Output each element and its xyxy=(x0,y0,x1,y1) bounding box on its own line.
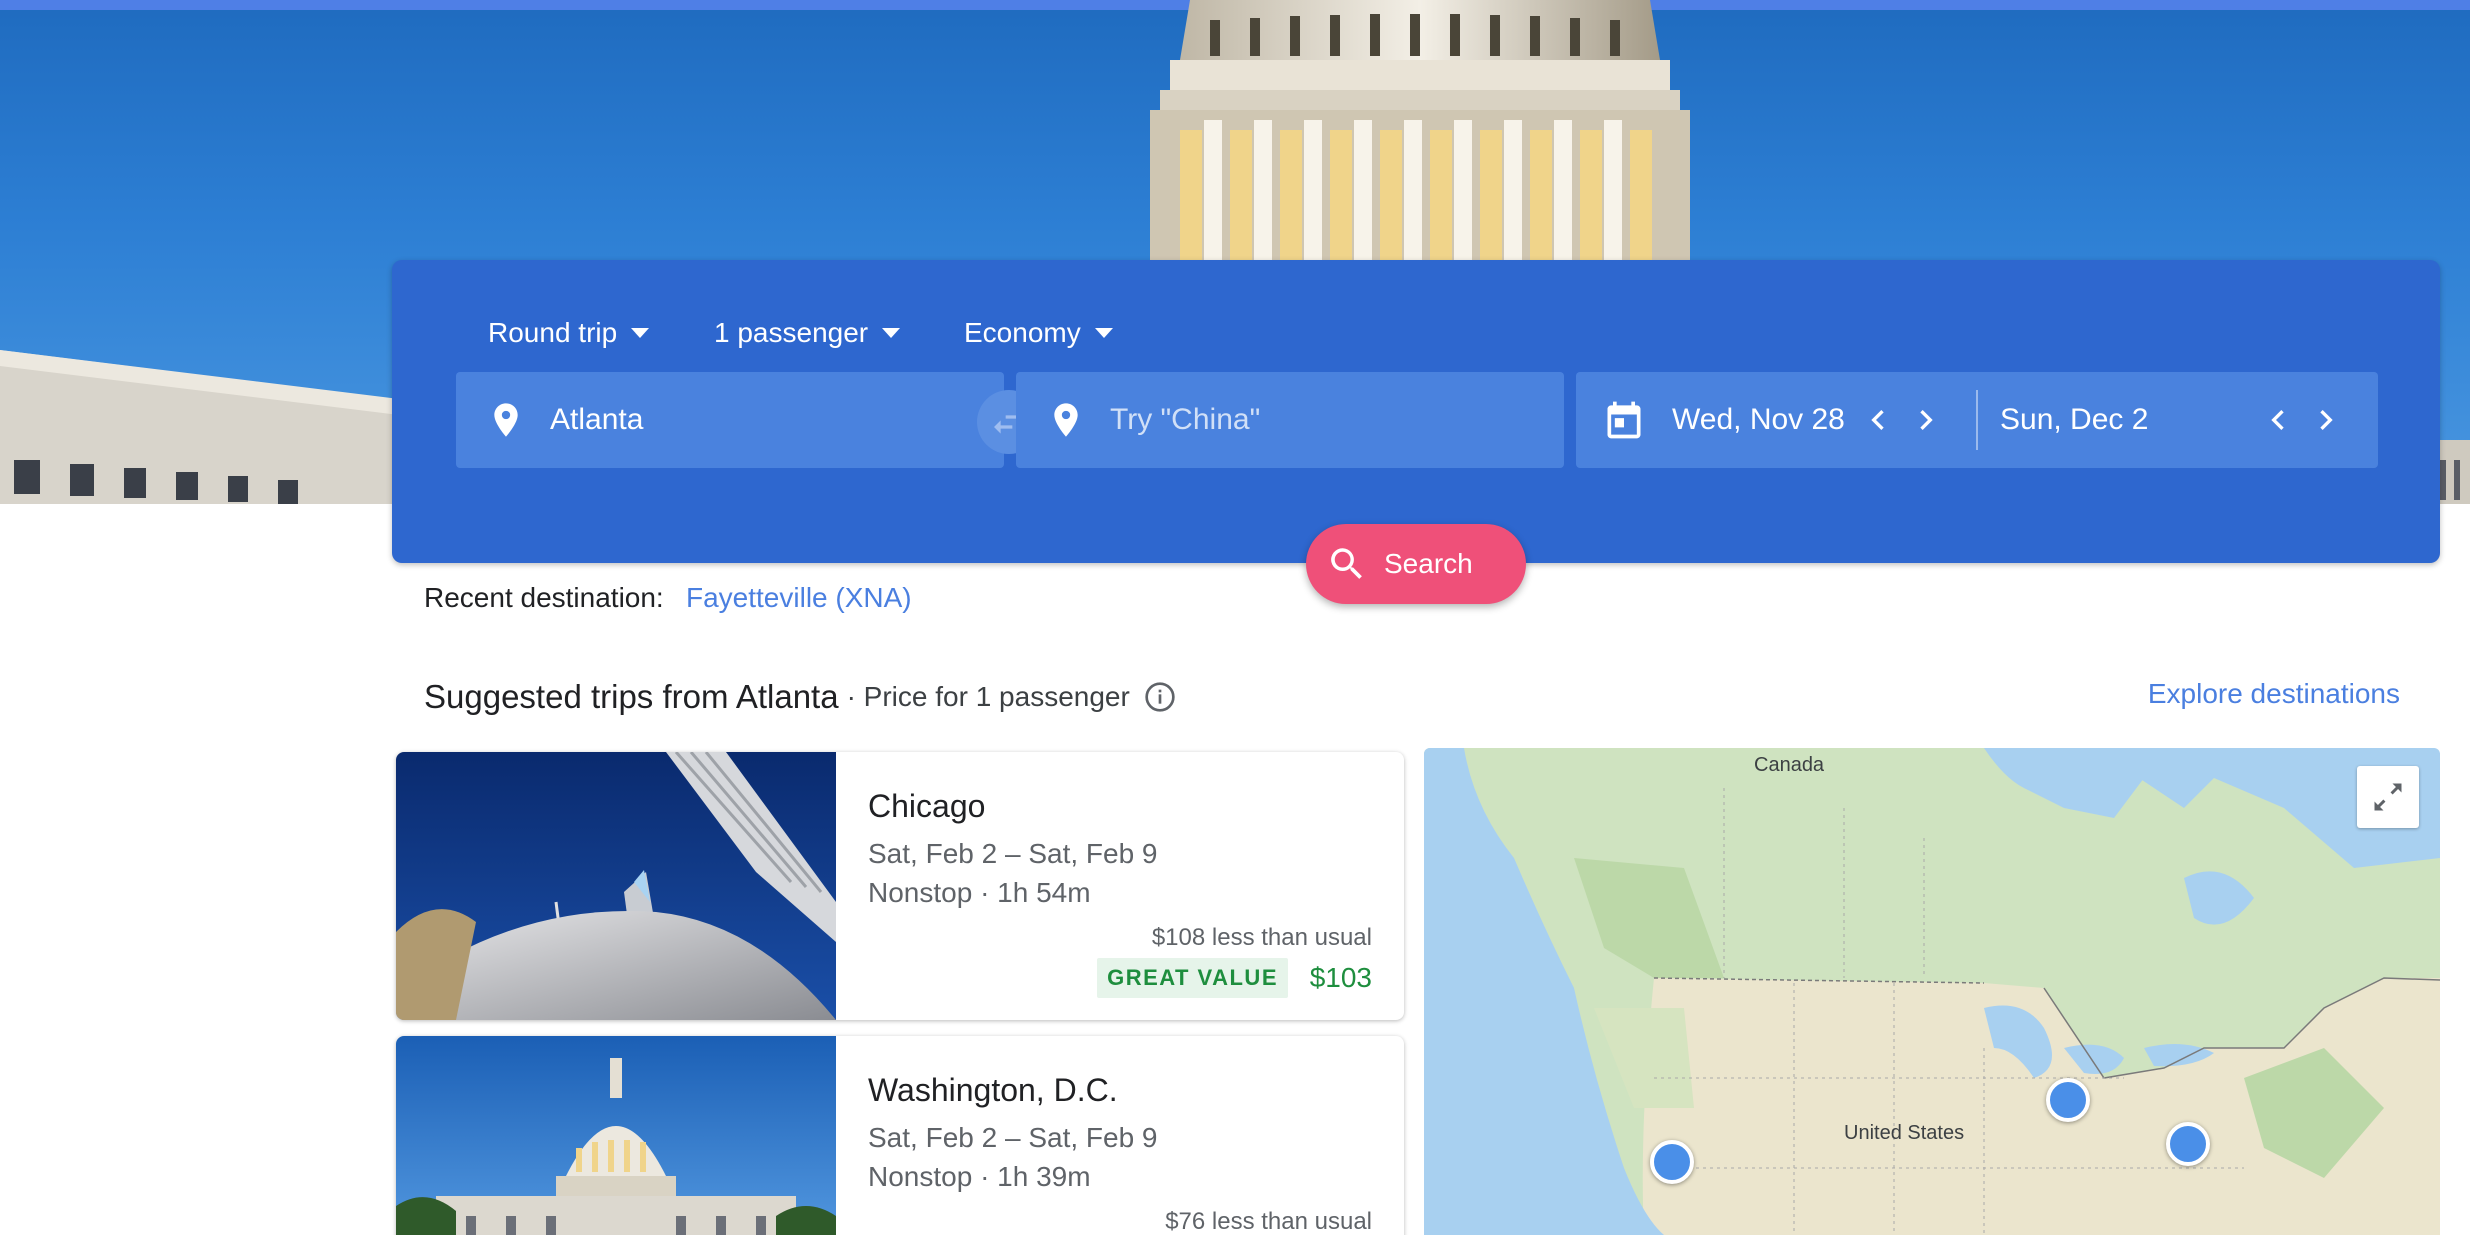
trip-flight-info: Nonstop · 1h 39m xyxy=(868,1161,1091,1192)
cabin-class-dropdown[interactable]: Economy xyxy=(964,308,1113,358)
trip-dates: Sat, Feb 2 – Sat, Feb 9 xyxy=(868,838,1158,869)
origin-value: Atlanta xyxy=(550,403,644,436)
explore-destinations-link[interactable]: Explore destinations xyxy=(2148,678,2400,710)
trip-savings: $76 less than usual xyxy=(1165,1208,1372,1235)
return-date[interactable]: Sun, Dec 2 xyxy=(2000,372,2148,468)
trip-type-dropdown[interactable]: Round trip xyxy=(488,308,650,358)
flight-search-panel: Round trip 1 passenger Economy Atlanta T… xyxy=(392,260,2440,563)
search-button[interactable]: Search xyxy=(1306,524,1526,604)
return-date-label: Sun, Dec 2 xyxy=(2000,403,2149,436)
map-label-canada: Canada xyxy=(1754,754,1825,776)
chevron-down-icon xyxy=(631,328,650,338)
origin-field[interactable]: Atlanta xyxy=(456,372,1004,468)
chevron-right-icon[interactable] xyxy=(2306,400,2346,440)
depart-date[interactable]: Wed, Nov 28 xyxy=(1672,372,1845,468)
info-icon[interactable] xyxy=(1144,681,1176,713)
map-marker[interactable] xyxy=(1650,1140,1694,1184)
destination-field[interactable]: Try "China" xyxy=(1016,372,1564,468)
trip-card-washington[interactable]: Washington, D.C. Sat, Feb 2 – Sat, Feb 9… xyxy=(396,1036,1404,1235)
trip-type-label: Round trip xyxy=(488,317,618,348)
date-divider xyxy=(1976,390,1978,450)
map-marker[interactable] xyxy=(2166,1122,2210,1166)
trip-price: $103 xyxy=(1309,962,1372,993)
suggested-trips-heading: Suggested trips from Atlanta · Price for… xyxy=(424,678,1176,716)
destination-placeholder: Try "China" xyxy=(1110,403,1261,436)
chevron-left-icon[interactable] xyxy=(1858,400,1898,440)
trip-dates: Sat, Feb 2 – Sat, Feb 9 xyxy=(868,1122,1158,1153)
calendar-icon xyxy=(1607,401,1641,439)
trip-city: Chicago xyxy=(868,788,986,824)
recent-destination-label: Recent destination: xyxy=(424,582,664,613)
capitol-wing-image xyxy=(0,350,400,504)
suggested-trips-subtitle: · Price for 1 passenger xyxy=(846,681,1130,712)
location-pin-icon xyxy=(494,403,518,437)
passengers-dropdown[interactable]: 1 passenger xyxy=(714,308,901,358)
location-pin-icon xyxy=(1054,403,1078,437)
map-marker[interactable] xyxy=(2046,1078,2090,1122)
date-range-field[interactable]: Wed, Nov 28 Sun, Dec 2 xyxy=(1576,372,2378,468)
recent-destination-link[interactable]: Fayetteville (XNA) xyxy=(686,582,912,614)
depart-date-label: Wed, Nov 28 xyxy=(1672,403,1845,436)
washington-dc-image xyxy=(396,1036,836,1235)
trip-savings: $108 less than usual xyxy=(1151,924,1372,951)
chevron-down-icon xyxy=(882,328,901,338)
trip-card-chicago[interactable]: Chicago Sat, Feb 2 – Sat, Feb 9 Nonstop … xyxy=(396,752,1404,1020)
search-button-label: Search xyxy=(1384,548,1473,579)
destinations-map[interactable]: Canada United States xyxy=(1424,748,2440,1235)
great-value-badge: GREAT VALUE xyxy=(1097,958,1288,998)
trip-city: Washington, D.C. xyxy=(868,1072,1118,1108)
map-label-united-states: United States xyxy=(1844,1122,1965,1144)
expand-icon xyxy=(2374,783,2402,811)
capitol-dome-image xyxy=(1150,0,1690,260)
chevron-down-icon xyxy=(1094,328,1113,338)
map-land xyxy=(1424,748,2440,1235)
map-expand-button[interactable] xyxy=(2357,766,2419,828)
search-icon xyxy=(1331,548,1362,579)
cabin-class-label: Economy xyxy=(964,317,1081,348)
trip-flight-info: Nonstop · 1h 54m xyxy=(868,877,1091,908)
chevron-left-icon[interactable] xyxy=(2258,400,2298,440)
chicago-image xyxy=(396,752,836,1020)
chevron-right-icon[interactable] xyxy=(1906,400,1946,440)
passengers-label: 1 passenger xyxy=(714,317,869,348)
suggested-trips-title: Suggested trips from Atlanta xyxy=(424,678,839,715)
